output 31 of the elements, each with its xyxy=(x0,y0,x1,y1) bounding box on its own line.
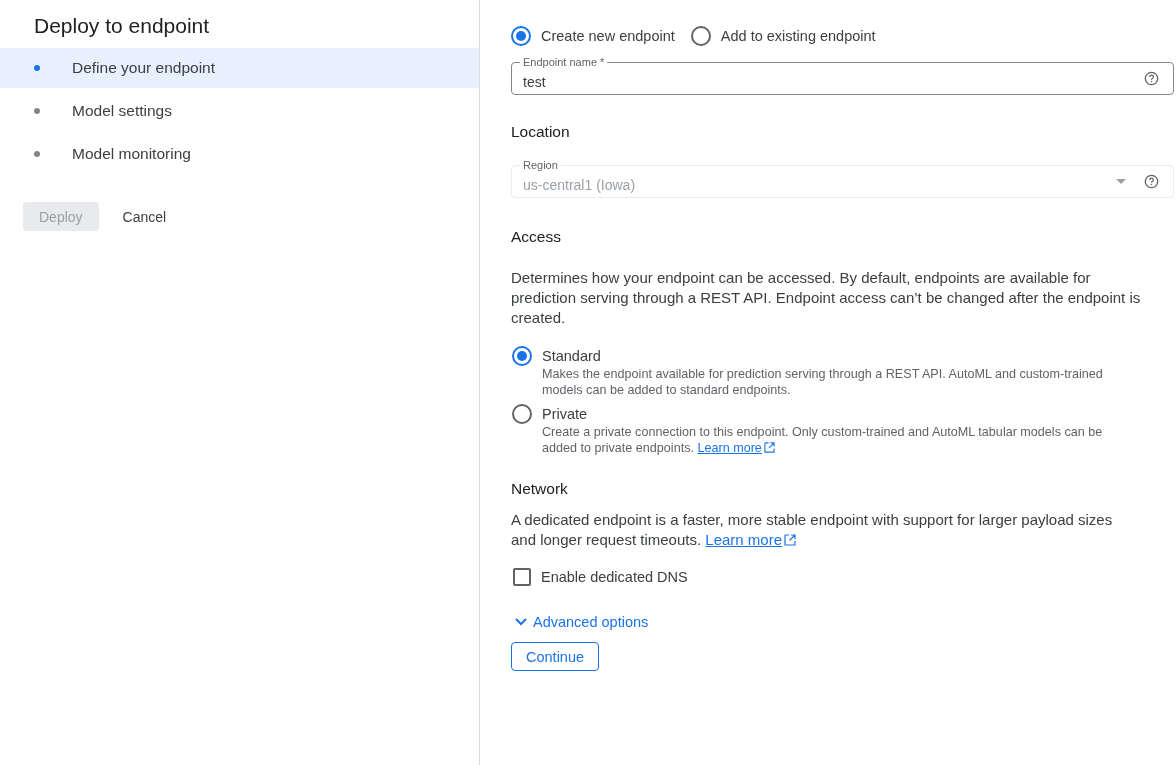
advanced-options-toggle[interactable]: Advanced options xyxy=(511,614,653,630)
radio-label: Standard xyxy=(542,347,602,366)
radio-button[interactable] xyxy=(690,26,711,46)
section-heading: Access xyxy=(511,228,562,246)
external-link-icon xyxy=(763,442,775,453)
section-heading: Location xyxy=(511,123,571,141)
option-description: Create a private connection to this endpoint. Only custom-trained and AutoML tabular models can be added to private endpoints. Learn more xyxy=(542,424,1104,456)
option-description: Makes the endpoint available for prediction serving through a REST API. AutoML and custom-trained models can be added to standard endpoints. xyxy=(542,366,1104,398)
radio-label: Private xyxy=(542,405,589,424)
external-link-icon xyxy=(784,534,796,546)
continue-button[interactable]: Continue xyxy=(511,642,600,671)
step-item[interactable]: Define your endpoint xyxy=(0,48,479,88)
radio-button[interactable] xyxy=(512,404,532,424)
section-heading: Network xyxy=(511,480,569,498)
network-description: A dedicated endpoint is a faster, more stable endpoint with support for larger payload sizes and longer request timeouts. Learn more xyxy=(511,510,1114,550)
radio-label: Create new endpoint xyxy=(541,28,675,44)
chevron-down-icon xyxy=(515,618,527,626)
radio-label: Add to existing endpoint xyxy=(720,28,876,44)
checkbox[interactable] xyxy=(513,568,531,586)
cancel-button[interactable]: Cancel xyxy=(106,202,183,231)
radio-button[interactable] xyxy=(511,26,531,46)
dropdown-caret-icon xyxy=(1116,179,1126,184)
step-item[interactable]: Model settings xyxy=(0,91,479,131)
step-item[interactable]: Model monitoring xyxy=(0,134,479,174)
checkbox-label: Enable dedicated DNS xyxy=(541,569,688,585)
access-description: Determines how your endpoint can be accessed. By default, endpoints are available for prediction serving through a REST API. Endpoint access can’t be changed after the endpoint is created. xyxy=(511,268,1141,328)
help-icon[interactable] xyxy=(1144,71,1159,86)
learn-more-link[interactable]: Learn more xyxy=(705,531,796,548)
learn-more-link[interactable]: Learn more xyxy=(697,441,775,455)
panel-title: Deploy to endpoint xyxy=(34,14,211,38)
radio-button[interactable] xyxy=(512,346,532,366)
